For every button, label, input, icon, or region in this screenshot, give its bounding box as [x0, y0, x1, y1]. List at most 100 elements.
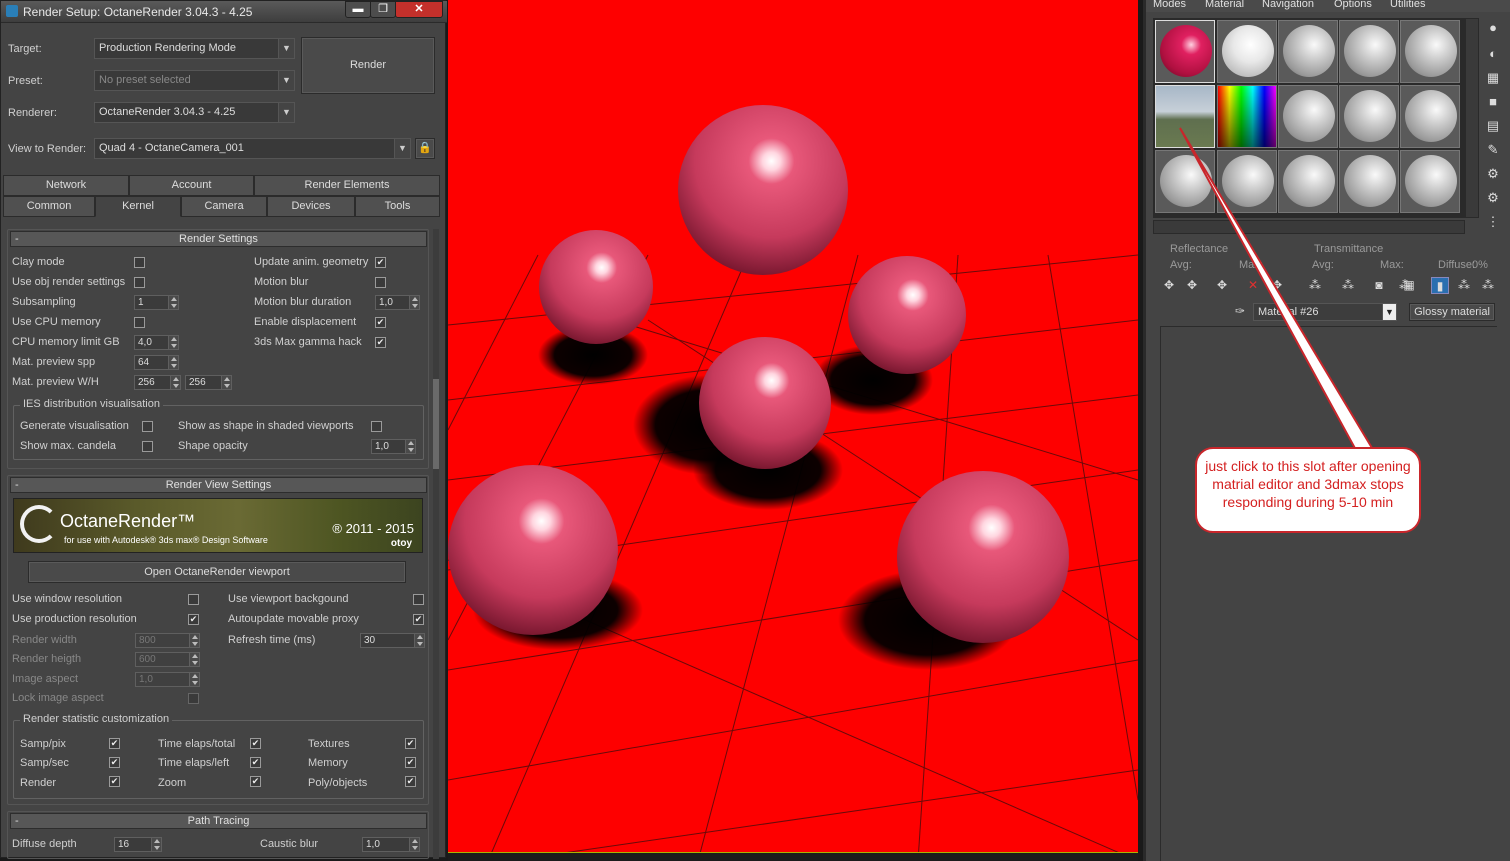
stat-samp-pix-checkbox[interactable]: ✔ — [109, 738, 120, 749]
render-button[interactable]: Render — [301, 37, 435, 94]
mat-preview-h-spinner[interactable]: 256 — [185, 375, 232, 390]
material-slot[interactable] — [1278, 85, 1338, 148]
subsampling-spinner[interactable]: 1 — [134, 295, 179, 310]
stat-poly-objects-checkbox[interactable]: ✔ — [405, 776, 416, 787]
mat-preview-w-spinner[interactable]: 256 — [134, 375, 181, 390]
material-slot[interactable] — [1217, 150, 1277, 213]
material-type-button[interactable]: Glossy material — [1409, 303, 1495, 321]
put-to-scene-icon[interactable]: ✥ — [1183, 277, 1201, 294]
make-unique-icon[interactable]: ⁂ — [1306, 277, 1324, 294]
material-name-field[interactable]: Material #26 ▼ — [1253, 303, 1397, 321]
close-button[interactable]: ✕ — [395, 1, 443, 18]
motion-blur-checkbox[interactable] — [375, 277, 386, 288]
assign-material-icon[interactable]: ✥ — [1213, 277, 1231, 294]
material-slot[interactable] — [1400, 20, 1460, 83]
material-slot[interactable] — [1400, 85, 1460, 148]
autoupdate-movable-proxy-checkbox[interactable]: ✔ — [413, 614, 424, 625]
material-slot[interactable] — [1339, 150, 1399, 213]
stat-render-checkbox[interactable]: ✔ — [109, 776, 120, 787]
show-max-candela-checkbox[interactable] — [142, 441, 153, 452]
lock-icon[interactable]: 🔒 — [415, 138, 435, 159]
clay-mode-checkbox[interactable] — [134, 257, 145, 268]
menu-utilities[interactable]: Utilities — [1390, 0, 1425, 10]
put-to-library-icon[interactable]: ⁂ — [1339, 277, 1357, 294]
material-slot[interactable] — [1155, 20, 1215, 83]
diffuse-depth-spinner[interactable]: 16 — [114, 837, 162, 852]
open-octane-viewport-button[interactable]: Open OctaneRender viewport — [28, 561, 406, 583]
tab-network[interactable]: Network — [3, 175, 129, 196]
material-slot[interactable] — [1339, 20, 1399, 83]
menu-options[interactable]: Options — [1334, 0, 1372, 10]
scrollbar-thumb[interactable] — [433, 379, 439, 469]
menu-modes[interactable]: Modes — [1153, 0, 1186, 10]
stat-textures-checkbox[interactable]: ✔ — [405, 738, 416, 749]
gamma-hack-checkbox[interactable]: ✔ — [375, 337, 386, 348]
title-bar[interactable]: Render Setup: OctaneRender 3.04.3 - 4.25… — [1, 1, 447, 23]
tab-render-elements[interactable]: Render Elements — [254, 175, 440, 196]
renderer-dropdown[interactable]: OctaneRender 3.04.3 - 4.25 ▼ — [94, 102, 295, 123]
minimize-button[interactable]: ▬ — [345, 1, 371, 18]
preset-dropdown[interactable]: No preset selected ▼ — [94, 70, 295, 91]
material-navigator-icon[interactable]: ⋮ — [1485, 214, 1501, 230]
use-window-resolution-checkbox[interactable] — [188, 594, 199, 605]
enable-displacement-checkbox[interactable]: ✔ — [375, 317, 386, 328]
path-tracing-rollout[interactable]: - Path Tracing — [10, 813, 427, 829]
shape-opacity-spinner[interactable]: 1,0 — [371, 439, 416, 454]
material-slot-palette[interactable] — [1217, 85, 1277, 148]
eyedropper-icon[interactable]: ✑ — [1231, 303, 1249, 320]
go-forward-icon[interactable]: ⁂ — [1455, 277, 1473, 294]
backlight-icon[interactable]: ◐ — [1485, 46, 1501, 62]
material-slot[interactable] — [1278, 150, 1338, 213]
slots-vertical-scrollbar[interactable] — [1465, 18, 1479, 218]
material-slot[interactable] — [1400, 150, 1460, 213]
menu-material[interactable]: Material — [1205, 0, 1244, 10]
go-to-parent-icon[interactable]: ▮ — [1431, 277, 1449, 294]
render-width-spinner[interactable]: 800 — [135, 633, 200, 648]
make-preview-icon[interactable]: ✎ — [1485, 142, 1501, 158]
material-slot[interactable] — [1217, 20, 1277, 83]
use-viewport-background-checkbox[interactable] — [413, 594, 424, 605]
tab-devices[interactable]: Devices — [267, 196, 355, 217]
lock-image-aspect-checkbox[interactable] — [188, 693, 199, 704]
render-height-spinner[interactable]: 600 — [135, 652, 200, 667]
material-slot-photo[interactable] — [1155, 85, 1215, 148]
maximize-button[interactable]: ❐ — [370, 1, 396, 18]
material-id-icon[interactable]: ◙ — [1370, 277, 1388, 294]
render-view-rollout[interactable]: - Render View Settings — [10, 477, 427, 493]
tab-kernel[interactable]: Kernel — [95, 196, 181, 217]
render-settings-rollout[interactable]: - Render Settings — [10, 231, 427, 247]
tab-camera[interactable]: Camera — [181, 196, 267, 217]
mat-preview-spp-spinner[interactable]: 64 — [134, 355, 179, 370]
material-slot[interactable] — [1278, 20, 1338, 83]
sample-type-icon[interactable]: ● — [1485, 20, 1501, 36]
use-obj-render-settings-checkbox[interactable] — [134, 277, 145, 288]
select-by-material-icon[interactable]: ⚙ — [1485, 190, 1501, 206]
slots-horizontal-scrollbar[interactable] — [1153, 220, 1465, 234]
scrollbar[interactable] — [433, 229, 439, 859]
tab-common[interactable]: Common — [3, 196, 95, 217]
stat-zoom-checkbox[interactable]: ✔ — [250, 776, 261, 787]
stat-time-left-checkbox[interactable]: ✔ — [250, 757, 261, 768]
material-slot[interactable] — [1339, 85, 1399, 148]
get-material-icon[interactable]: ✥ — [1160, 277, 1178, 294]
pick-material-icon[interactable]: ⁂ — [1479, 277, 1497, 294]
render-viewport[interactable] — [448, 0, 1138, 861]
target-dropdown[interactable]: Production Rendering Mode ▼ — [94, 38, 295, 59]
update-anim-geometry-checkbox[interactable]: ✔ — [375, 257, 386, 268]
use-production-resolution-checkbox[interactable]: ✔ — [188, 614, 199, 625]
show-end-result-icon[interactable]: ▦ — [1400, 277, 1418, 294]
tab-account[interactable]: Account — [129, 175, 254, 196]
show-as-shape-checkbox[interactable] — [371, 421, 382, 432]
copy-material-icon[interactable]: ✥ — [1268, 277, 1286, 294]
caustic-blur-spinner[interactable]: 1,0 — [362, 837, 420, 852]
image-aspect-spinner[interactable]: 1,0 — [135, 672, 200, 687]
reset-map-icon[interactable]: ✕ — [1244, 277, 1262, 294]
sample-uv-tiling-icon[interactable]: ■ — [1485, 94, 1501, 110]
refresh-time-spinner[interactable]: 30 — [360, 633, 425, 648]
options-icon[interactable]: ⚙ — [1485, 166, 1501, 182]
view-to-render-dropdown[interactable]: Quad 4 - OctaneCamera_001 ▼ — [94, 138, 411, 159]
use-cpu-memory-checkbox[interactable] — [134, 317, 145, 328]
video-color-check-icon[interactable]: ▤ — [1485, 118, 1501, 134]
stat-memory-checkbox[interactable]: ✔ — [405, 757, 416, 768]
stat-samp-sec-checkbox[interactable]: ✔ — [109, 757, 120, 768]
